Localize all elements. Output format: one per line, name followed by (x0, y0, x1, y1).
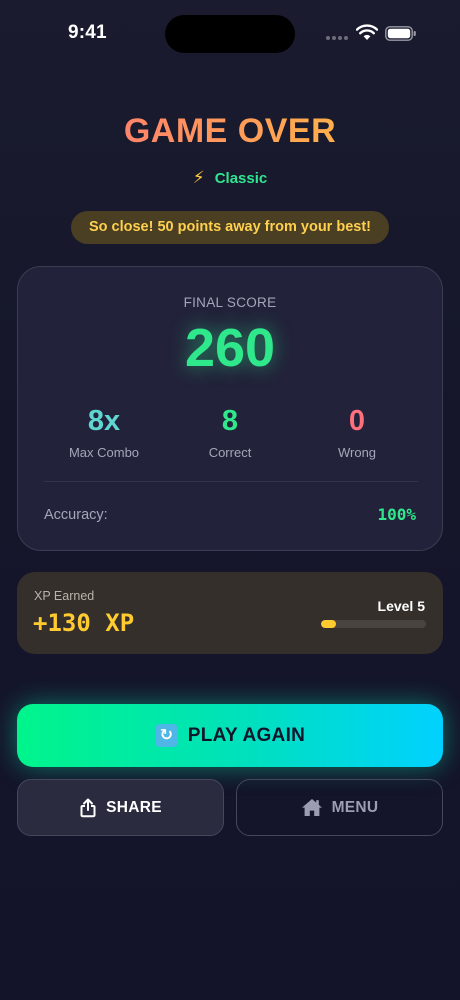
signal-icon (326, 36, 348, 40)
accuracy-label: Accuracy: (44, 507, 108, 523)
status-bar: 9:41 (0, 0, 460, 70)
stat-label: Correct (208, 445, 252, 460)
best-score-toast: So close! 50 points away from your best! (71, 211, 389, 244)
stat-value: 8 (221, 405, 239, 437)
final-score-value: 260 (184, 318, 276, 378)
home-icon (301, 799, 322, 816)
stat-label: Max Combo (68, 445, 140, 460)
stat-correct: 8 Correct (170, 405, 290, 460)
share-button[interactable]: SHARE (17, 779, 224, 836)
play-again-label: PLAY AGAIN (187, 724, 306, 746)
xp-card: XP Earned +130 XP Level 5 (17, 572, 443, 654)
menu-button[interactable]: MENU (236, 779, 443, 836)
wifi-icon (356, 24, 378, 40)
status-time: 9:41 (68, 22, 107, 43)
final-score-label: FINAL SCORE (183, 295, 277, 310)
xp-progress-fill (321, 620, 336, 628)
refresh-icon: ↻ (154, 724, 178, 747)
game-mode: ⚡ Classic (0, 168, 460, 188)
play-again-button[interactable]: ↻ PLAY AGAIN (17, 704, 443, 767)
dynamic-island (165, 15, 295, 53)
game-over-screen: 9:41 GAME OVER ⚡ Classic So close! 50 po… (0, 0, 460, 1000)
accuracy-value: 100% (377, 505, 416, 524)
share-icon (80, 798, 96, 817)
score-card: FINAL SCORE 260 8x Max Combo 8 Correct 0… (17, 266, 443, 551)
page-title: GAME OVER (0, 112, 460, 151)
lightning-icon: ⚡ (192, 168, 205, 187)
xp-earned-value: +130 XP (33, 609, 135, 637)
battery-icon (385, 26, 416, 41)
game-mode-label: Classic (214, 169, 268, 187)
share-label: SHARE (106, 798, 162, 816)
menu-label: MENU (331, 798, 379, 816)
level-label: Level 5 (377, 598, 425, 614)
stat-value: 8x (87, 405, 121, 437)
xp-earned-label: XP Earned (34, 589, 95, 603)
stat-max-combo: 8x Max Combo (44, 405, 164, 460)
stat-value: 0 (348, 405, 366, 437)
xp-progress-bar (321, 620, 426, 628)
divider (44, 481, 418, 482)
stat-wrong: 0 Wrong (297, 405, 417, 460)
stat-label: Wrong (337, 445, 377, 460)
